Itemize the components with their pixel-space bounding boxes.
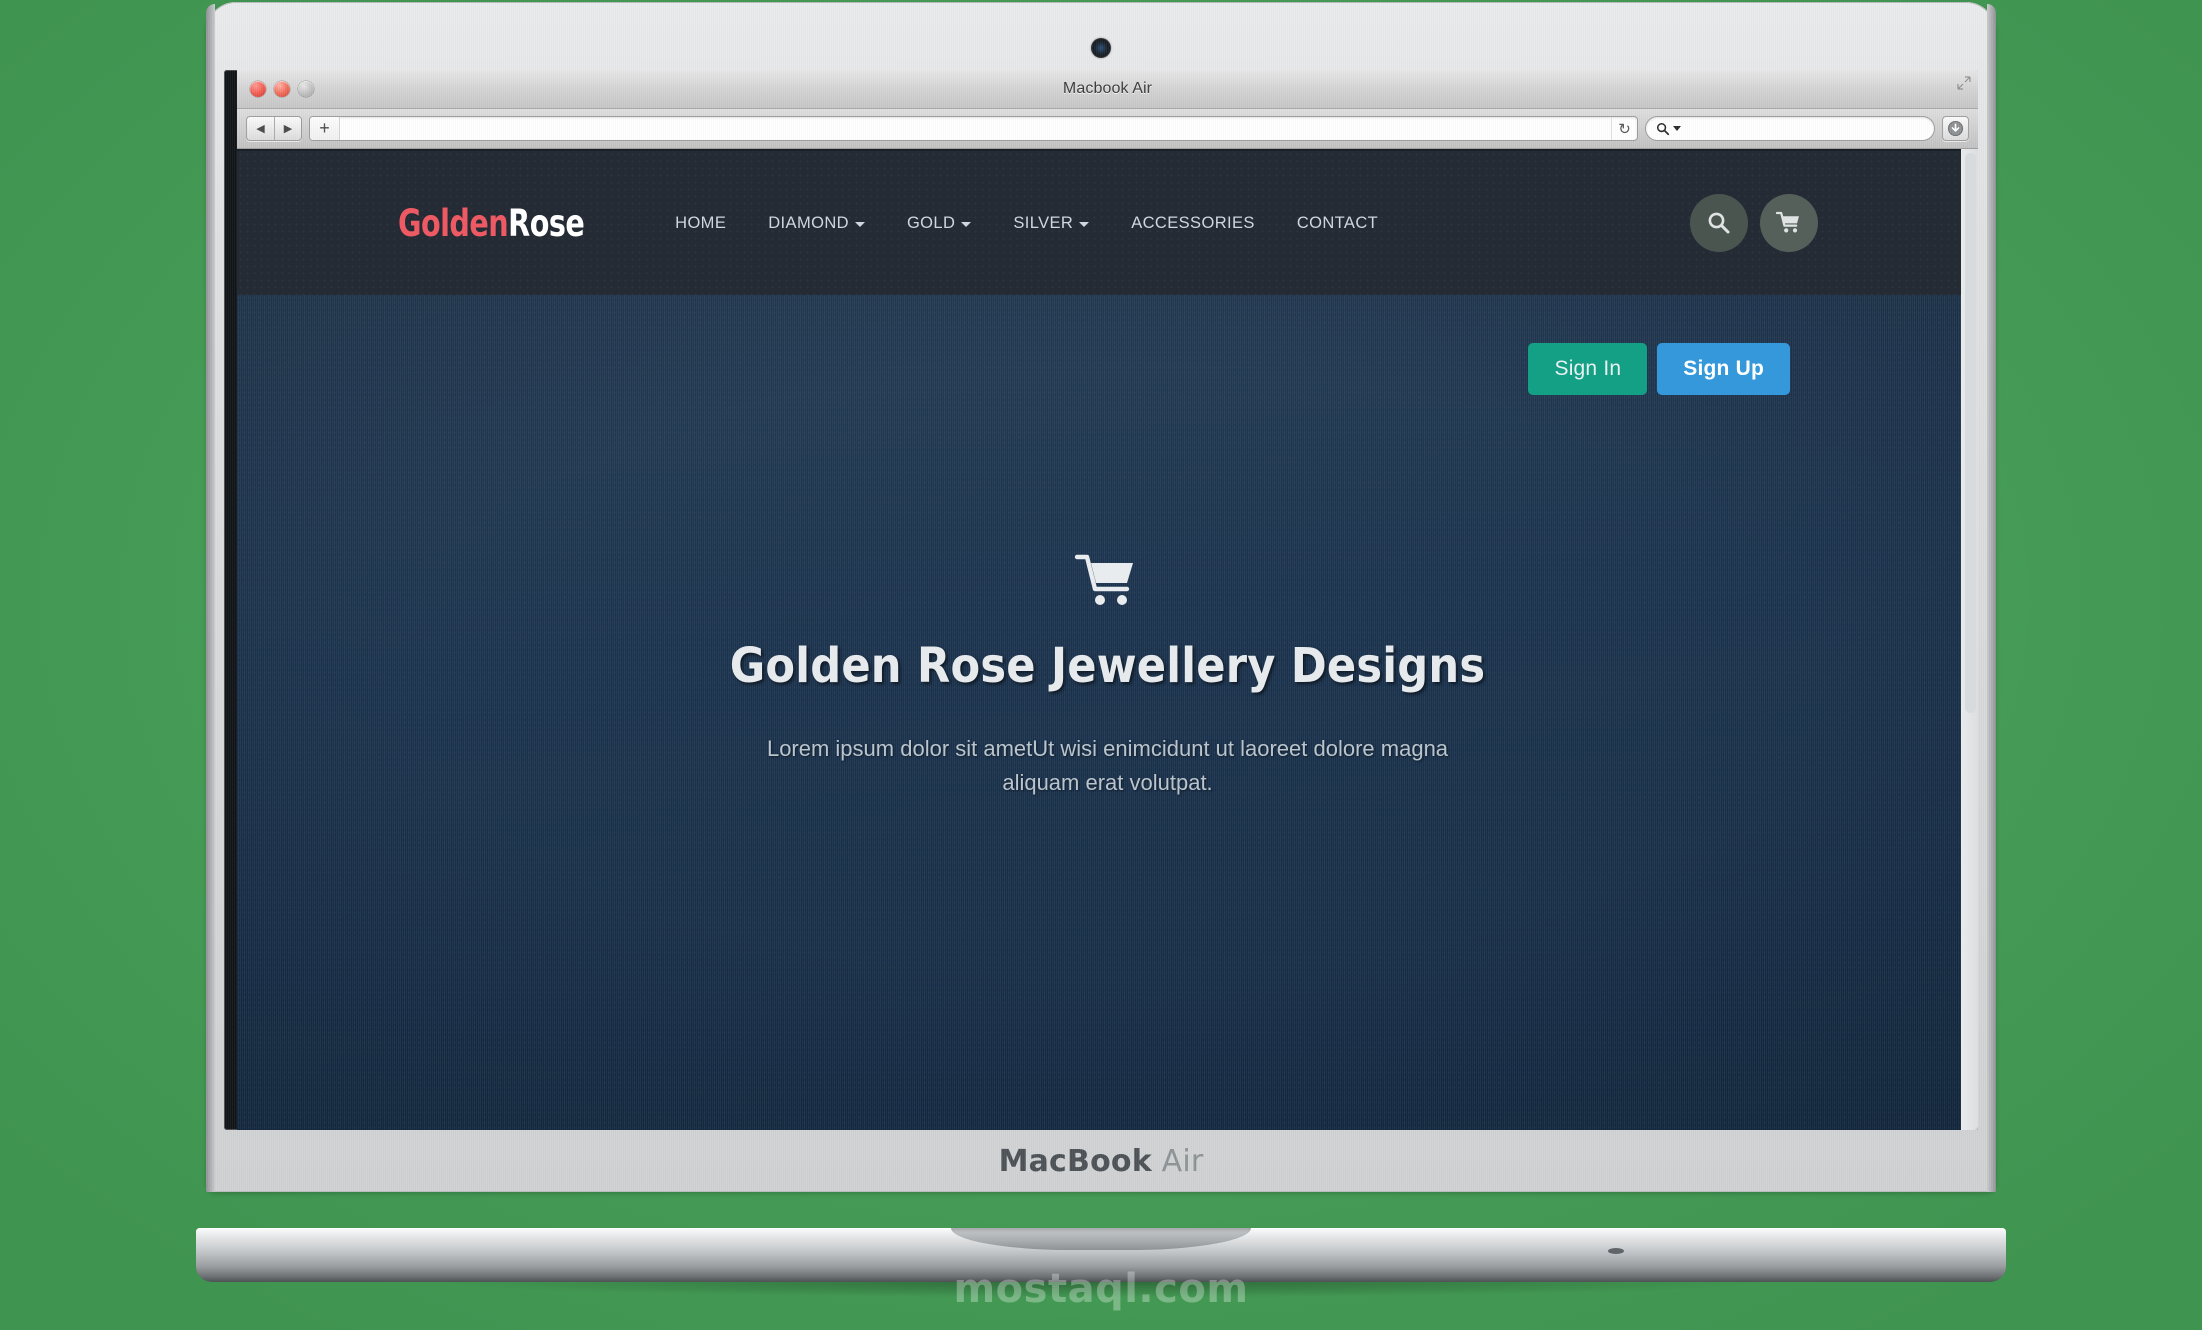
nav-item-contact[interactable]: CONTACT (1276, 204, 1399, 243)
chevron-down-icon (854, 221, 865, 227)
window-title-bar: Macbook Air (237, 70, 1978, 109)
page-backdrop: Macbook Air ◀ ▶ + ↻ GoldenRose HOME DIAM… (0, 0, 2202, 1330)
header-inner: GoldenRose HOME DIAMOND GOLD SILVER ACCE… (398, 194, 1818, 252)
reload-icon[interactable]: ↻ (1611, 117, 1637, 140)
nav-item-diamond[interactable]: DIAMOND (747, 204, 886, 243)
browser-window: Macbook Air ◀ ▶ + ↻ GoldenRose HOME DIAM… (237, 70, 1978, 1130)
hero-cart-icon-wrap (297, 553, 1918, 616)
lid-edge-right (1987, 4, 1996, 1192)
nav-buttons[interactable]: ◀ ▶ (246, 116, 302, 141)
base-foot (1607, 1248, 1624, 1254)
laptop-base (166, 1228, 2036, 1304)
downloads-button[interactable] (1942, 116, 1969, 141)
chevron-down-icon (961, 221, 972, 227)
macbook-air-mockup: Macbook Air ◀ ▶ + ↻ GoldenRose HOME DIAM… (166, 0, 2036, 1304)
forward-button[interactable]: ▶ (274, 117, 301, 140)
page-viewport: GoldenRose HOME DIAMOND GOLD SILVER ACCE… (237, 149, 1978, 1130)
base-bottom-edge (196, 1256, 2006, 1282)
minimize-button[interactable] (274, 81, 290, 97)
base-shadow (166, 1282, 2036, 1304)
nav-item-accessories[interactable]: ACCESSORIES (1110, 204, 1276, 243)
nav-label: ACCESSORIES (1131, 213, 1255, 232)
search-icon (1656, 122, 1670, 135)
resize-grip-icon[interactable] (1957, 76, 1971, 90)
chevron-down-icon[interactable] (1673, 125, 1681, 132)
downloads-icon (1947, 120, 1964, 137)
search-icon (1708, 212, 1729, 234)
nav-label: SILVER (1013, 213, 1074, 232)
back-button[interactable]: ◀ (247, 117, 274, 140)
header-cart-button[interactable] (1759, 194, 1818, 252)
header-search-button[interactable] (1689, 194, 1748, 252)
site-logo[interactable]: GoldenRose (397, 201, 585, 245)
lid-chin: MacBook Air (206, 1130, 1996, 1192)
nav-item-gold[interactable]: GOLD (886, 204, 992, 243)
nav-label: CONTACT (1296, 213, 1379, 232)
laptop-lid: Macbook Air ◀ ▶ + ↻ GoldenRose HOME DIAM… (206, 2, 1996, 1192)
new-tab-button[interactable]: + (310, 117, 340, 140)
lid-edge-left (206, 4, 215, 1192)
sign-in-button[interactable]: Sign In (1528, 343, 1648, 395)
cart-icon (1775, 211, 1799, 233)
brand-macbook: MacBook (998, 1143, 1152, 1179)
sign-up-button[interactable]: Sign Up (1657, 343, 1790, 395)
auth-buttons: Sign In Sign Up (1528, 343, 1790, 395)
close-button[interactable] (250, 81, 266, 97)
window-controls[interactable] (250, 81, 314, 97)
nav-label: DIAMOND (768, 213, 849, 232)
header-actions (1689, 194, 1818, 252)
site-header: GoldenRose HOME DIAMOND GOLD SILVER ACCE… (237, 149, 1978, 295)
nav-label: HOME (675, 213, 727, 232)
hero-title: Golden Rose Jewellery Designs (729, 638, 1486, 694)
screen-bezel: Macbook Air ◀ ▶ + ↻ GoldenRose HOME DIAM… (224, 70, 1978, 1130)
address-bar[interactable]: + ↻ (309, 116, 1638, 141)
chevron-down-icon (1079, 221, 1090, 227)
hero-banner: Sign In Sign Up Golden Rose Jewellery De… (237, 295, 1978, 1130)
browser-search-field[interactable] (1645, 116, 1935, 141)
macbook-air-label: MacBook Air (999, 1144, 1204, 1179)
browser-toolbar: ◀ ▶ + ↻ (237, 109, 1978, 149)
window-title: Macbook Air (1062, 80, 1153, 97)
hero-content: Golden Rose Jewellery Designs Lorem ipsu… (237, 553, 1978, 800)
nav-item-home[interactable]: HOME (654, 204, 747, 243)
nav-label: GOLD (906, 213, 956, 232)
zoom-button[interactable] (298, 81, 314, 97)
shopping-cart-icon (1074, 554, 1133, 605)
browser-search-input[interactable] (1684, 121, 1924, 136)
logo-word-rose: Rose (507, 201, 585, 245)
page-scrollbar[interactable] (1965, 153, 1976, 713)
hero-subtitle: Lorem ipsum dolor sit ametUt wisi enimci… (766, 736, 1449, 796)
nav-item-silver[interactable]: SILVER (992, 204, 1110, 243)
main-navigation: HOME DIAMOND GOLD SILVER ACCESSORIES CON… (654, 204, 1399, 243)
webcam-icon (1091, 38, 1111, 58)
brand-air: Air (1151, 1143, 1204, 1179)
url-input[interactable] (340, 121, 1611, 136)
logo-word-golden: Golden (397, 201, 509, 245)
